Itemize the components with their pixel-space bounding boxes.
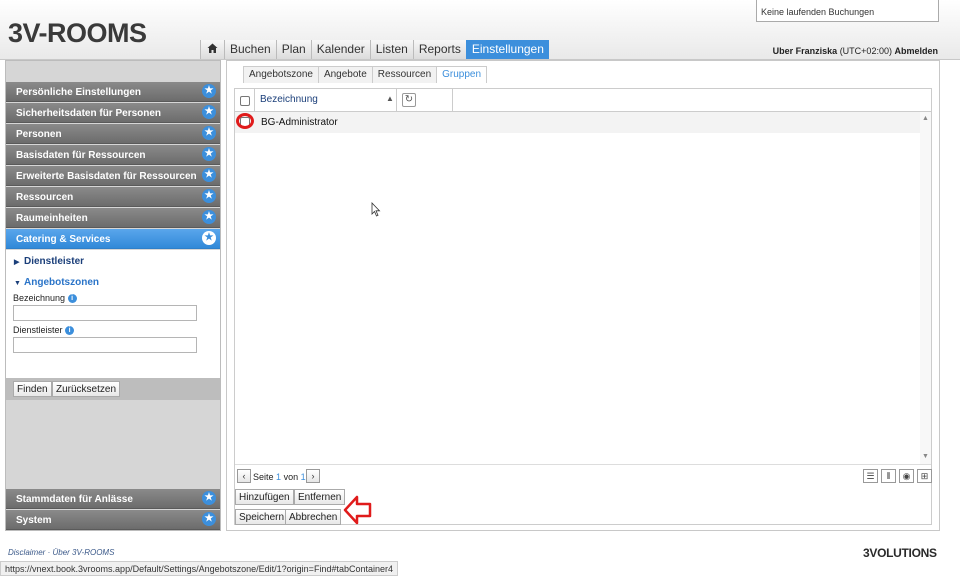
export-excel-icon[interactable]: ⊞ [917, 469, 932, 483]
info-icon[interactable]: i [65, 326, 75, 336]
user-bar: Uber Franziska (UTC+02:00) Abmelden [773, 46, 938, 56]
dienstleister-input[interactable] [13, 337, 197, 353]
mouse-cursor-icon [371, 202, 381, 217]
sub-link-dienstleister[interactable]: ▶ Dienstleister [14, 256, 84, 267]
tab-gruppen[interactable]: Gruppen [436, 66, 488, 83]
catering-subpanel: ▶ Dienstleister ▼ Angebotszonen Bezeichnun… [6, 250, 220, 378]
status-bar-url: https://vnext.book.3vrooms.app/Default/S… [0, 561, 398, 576]
user-timezone: (UTC+02:00) [839, 46, 892, 56]
main-content: Angebotszone Angebote Ressourcen Gruppen… [226, 60, 940, 531]
add-button[interactable]: Hinzufügen [235, 489, 294, 505]
nav-buchen[interactable]: Buchen [224, 40, 276, 59]
favorite-star-icon[interactable]: ★ [202, 491, 216, 505]
logout-link[interactable]: Abmelden [894, 46, 938, 56]
footer-links: Disclaimer · Über 3V-ROOMS [8, 548, 114, 557]
groups-grid: Bezeichnung ▲ ↻ BG-Administrator ▲ ▼ ‹ S… [234, 88, 932, 525]
booking-status-box[interactable]: Keine laufenden Buchungen [756, 0, 939, 22]
dienstleister-label: Dienstleister i [13, 325, 75, 336]
app-header: 3V-ROOMS Keine laufenden Buchungen Buche… [0, 0, 960, 60]
filter-button-row: Finden Zurücksetzen [6, 378, 220, 400]
favorite-star-icon[interactable]: ★ [202, 210, 216, 224]
save-button[interactable]: Speichern [235, 509, 289, 525]
find-button[interactable]: Finden [13, 381, 52, 397]
nav-listen[interactable]: Listen [369, 40, 413, 59]
pager: ‹ Seite 1 von 1 › ☰ ⦀ ◉ ⊞ [235, 464, 932, 486]
list-view-icon[interactable]: ☰ [863, 469, 878, 483]
app-logo[interactable]: 3V-ROOMS [8, 18, 147, 49]
sidebar-item-erweiterte-basisdaten[interactable]: Erweiterte Basisdaten für Ressourcen ★ [6, 166, 220, 186]
remove-button[interactable]: Entfernen [294, 489, 346, 505]
grid-header: Bezeichnung ▲ ↻ [235, 89, 931, 112]
scroll-down-icon[interactable]: ▼ [922, 453, 929, 460]
sidebar-item-system[interactable]: System ★ [6, 510, 220, 530]
select-all-cell [235, 89, 255, 111]
favorite-star-icon[interactable]: ★ [202, 84, 216, 98]
nav-plan[interactable]: Plan [275, 40, 311, 59]
favorite-star-icon[interactable]: ★ [202, 126, 216, 140]
caret-right-icon: ▶ [14, 259, 20, 266]
tab-angebote[interactable]: Angebote [317, 66, 373, 83]
sort-asc-icon[interactable]: ▲ [386, 94, 394, 103]
sidebar: Persönliche Einstellungen ★ Sicherheitsda… [5, 60, 221, 531]
scroll-up-icon[interactable]: ▲ [922, 115, 929, 122]
caret-down-icon: ▼ [14, 280, 21, 287]
pager-text: Seite 1 von 1 [253, 472, 306, 482]
nav-kalender[interactable]: Kalender [310, 40, 370, 59]
tab-ressourcen[interactable]: Ressourcen [371, 66, 438, 83]
detail-tabs: Angebotszone Angebote Ressourcen Gruppen [243, 66, 488, 83]
bezeichnung-label: Bezeichnung i [13, 293, 77, 304]
home-icon[interactable] [200, 40, 224, 59]
arrow-left-annotation-icon [343, 495, 372, 525]
sidebar-item-basisdaten-ressourcen[interactable]: Basisdaten für Ressourcen ★ [6, 145, 220, 165]
sidebar-item-personen[interactable]: Personen ★ [6, 124, 220, 144]
eye-icon[interactable]: ◉ [899, 469, 914, 483]
bezeichnung-input[interactable] [13, 305, 197, 321]
column-header-label[interactable]: Bezeichnung [260, 94, 318, 105]
prev-page-icon[interactable]: ‹ [237, 469, 251, 483]
favorite-star-icon[interactable]: ★ [202, 105, 216, 119]
sidebar-item-stammdaten-anlaesse[interactable]: Stammdaten für Anlässe ★ [6, 489, 220, 509]
favorite-star-icon[interactable]: ★ [202, 168, 216, 182]
reset-button[interactable]: Zurücksetzen [52, 381, 121, 397]
sidebar-item-persoenliche-einstellungen[interactable]: Persönliche Einstellungen ★ [6, 82, 220, 102]
info-icon[interactable]: i [67, 294, 77, 304]
row-label: BG-Administrator [261, 117, 338, 128]
select-all-checkbox[interactable] [240, 96, 250, 106]
refresh-icon[interactable]: ↻ [402, 93, 416, 107]
highlight-circle-annotation [236, 113, 254, 129]
favorite-star-icon[interactable]: ★ [202, 189, 216, 203]
sidebar-item-catering-services[interactable]: Catering & Services ★ [6, 229, 220, 249]
main-nav: Buchen Plan Kalender Listen Reports Eins… [200, 40, 549, 59]
about-link[interactable]: Über 3V-ROOMS [52, 548, 114, 557]
next-page-icon[interactable]: › [306, 469, 320, 483]
vertical-scrollbar[interactable]: ▲ ▼ [920, 112, 931, 464]
nav-einstellungen[interactable]: Einstellungen [465, 40, 549, 59]
sidebar-item-sicherheitsdaten[interactable]: Sicherheitsdaten für Personen ★ [6, 103, 220, 123]
table-row[interactable]: BG-Administrator [235, 112, 920, 133]
sidebar-item-raumeinheiten[interactable]: Raumeinheiten ★ [6, 208, 220, 228]
tab-angebotszone[interactable]: Angebotszone [243, 66, 319, 83]
company-logo: 3VOLUTIONS [863, 546, 937, 560]
favorite-star-icon[interactable]: ★ [202, 231, 216, 245]
cancel-button[interactable]: Abbrechen [285, 509, 342, 525]
footer-separator: · [47, 548, 51, 557]
favorite-star-icon[interactable]: ★ [202, 512, 216, 526]
sub-link-angebotszonen[interactable]: ▼ Angebotszonen [14, 277, 99, 288]
grid-body: BG-Administrator [235, 112, 920, 464]
sidebar-item-ressourcen[interactable]: Ressourcen ★ [6, 187, 220, 207]
nav-reports[interactable]: Reports [412, 40, 466, 59]
columns-icon[interactable]: ⦀ [881, 469, 896, 483]
user-name[interactable]: Uber Franziska [773, 46, 838, 56]
favorite-star-icon[interactable]: ★ [202, 147, 216, 161]
disclaimer-link[interactable]: Disclaimer [8, 548, 45, 557]
